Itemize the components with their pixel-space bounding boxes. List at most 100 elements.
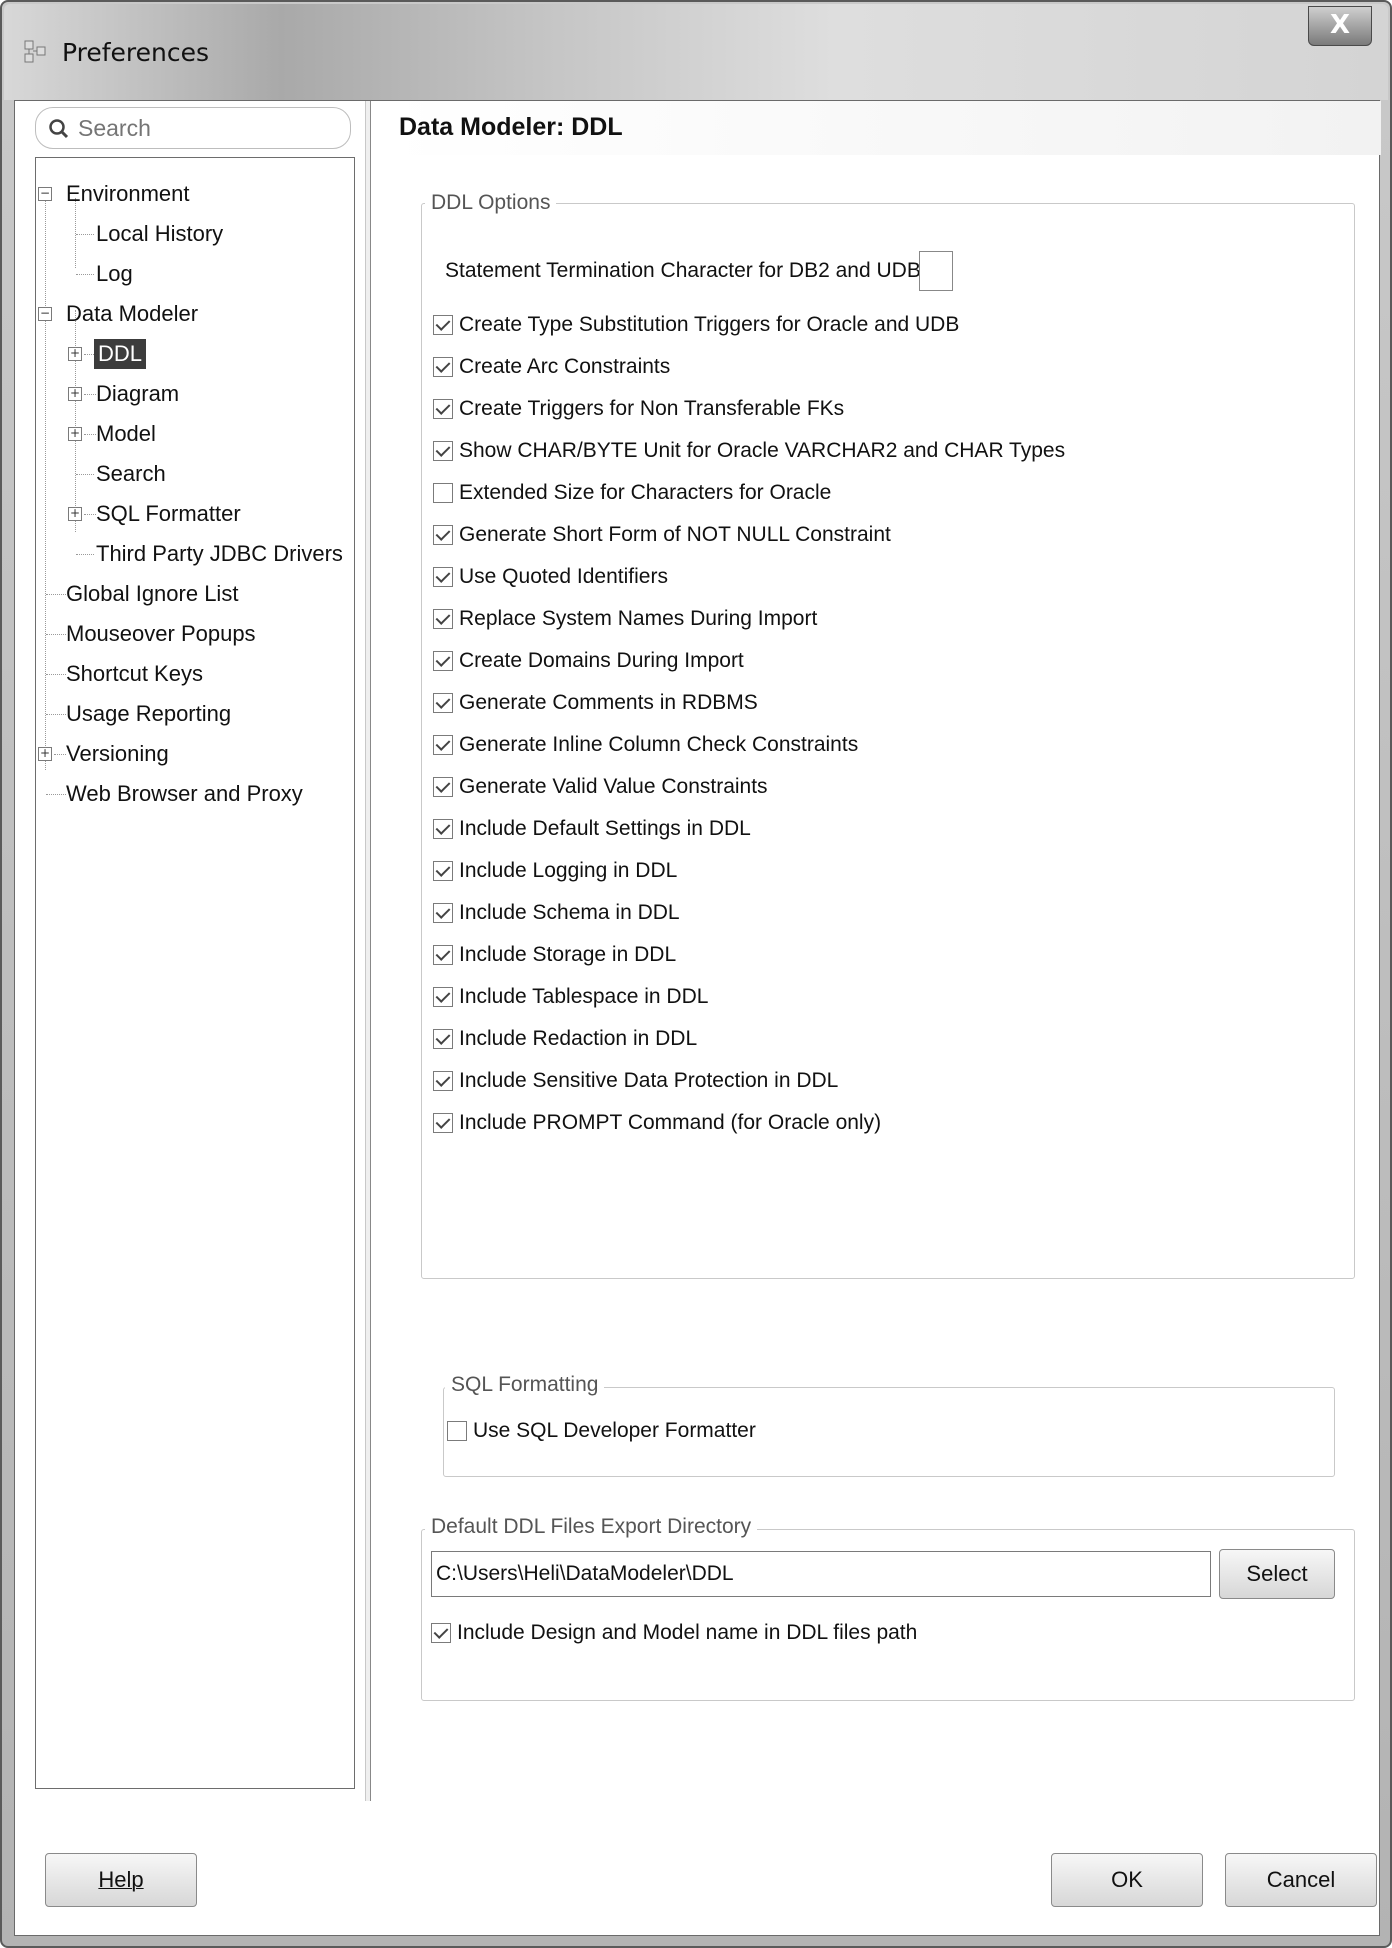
ddl-option-checkbox[interactable]: Include Tablespace in DDL [433,983,708,1011]
ddl-option-checkbox[interactable]: Include Schema in DDL [433,899,680,927]
cancel-button[interactable]: Cancel [1225,1853,1377,1907]
title-bar[interactable]: Preferences X [4,4,1388,100]
checkbox-label: Generate Short Form of NOT NULL Constrai… [459,523,891,546]
ddl-option-checkbox[interactable]: Include Sensitive Data Protection in DDL [433,1067,838,1095]
tree-item-log[interactable]: Log [96,259,133,289]
ddl-option-checkbox[interactable]: Create Type Substitution Triggers for Or… [433,311,959,339]
checkbox-label: Generate Valid Value Constraints [459,775,768,798]
checkbox-box[interactable] [433,1071,453,1091]
export-directory-input[interactable] [431,1551,1211,1597]
ddl-option-checkbox[interactable]: Create Triggers for Non Transferable FKs [433,395,844,423]
checkbox-box[interactable] [433,861,453,881]
checkbox-label: Generate Comments in RDBMS [459,691,758,714]
checkbox-box[interactable] [433,609,453,629]
checkbox-box[interactable] [433,483,453,503]
tree-item-diagram[interactable]: Diagram [96,379,179,409]
ddl-option-checkbox[interactable]: Show CHAR/BYTE Unit for Oracle VARCHAR2 … [433,437,1065,465]
ddl-option-checkbox[interactable]: Replace System Names During Import [433,605,817,633]
checkbox-label: Include Tablespace in DDL [459,985,709,1008]
tree-item-shortcut-keys[interactable]: Shortcut Keys [66,659,203,689]
ddl-option-checkbox[interactable]: Generate Comments in RDBMS [433,689,758,717]
use-sql-developer-formatter-checkbox[interactable]: Use SQL Developer Formatter [447,1417,756,1445]
panel-splitter[interactable] [365,101,371,1801]
tree-item-sql-formatter[interactable]: SQL Formatter [96,499,241,529]
preferences-tree: − Environment Local History Log − Data M… [35,157,355,1789]
expander-sql-formatter[interactable]: + [68,507,82,521]
expander-ddl[interactable]: + [68,347,82,361]
tree-item-versioning[interactable]: Versioning [66,739,169,769]
tree-item-data-modeler[interactable]: Data Modeler [66,299,198,329]
select-directory-button[interactable]: Select [1219,1549,1335,1599]
checkbox-box[interactable] [433,903,453,923]
ddl-option-checkbox[interactable]: Generate Short Form of NOT NULL Constrai… [433,521,891,549]
ddl-option-checkbox[interactable]: Include Default Settings in DDL [433,815,751,843]
ddl-option-checkbox[interactable]: Create Domains During Import [433,647,744,675]
expander-model[interactable]: + [68,427,82,441]
ddl-option-checkbox[interactable]: Generate Valid Value Constraints [433,773,768,801]
checkbox-box[interactable] [433,399,453,419]
checkbox-box[interactable] [433,735,453,755]
checkbox-label: Include Schema in DDL [459,901,680,924]
expander-diagram[interactable]: + [68,387,82,401]
close-icon: X [1329,10,1351,40]
tree-item-local-history[interactable]: Local History [96,219,223,249]
export-directory-legend: Default DDL Files Export Directory [425,1515,758,1539]
checkbox-box[interactable] [433,567,453,587]
ddl-option-checkbox[interactable]: Extended Size for Characters for Oracle [433,479,831,507]
preferences-window: Preferences X Search − Environment Local… [0,0,1392,1948]
expander-environment[interactable]: − [38,187,52,201]
ddl-option-checkbox[interactable]: Include Redaction in DDL [433,1025,697,1053]
tree-item-web-browser-proxy[interactable]: Web Browser and Proxy [66,779,303,809]
checkbox-label: Create Triggers for Non Transferable FKs [459,397,845,420]
checkbox-box[interactable] [433,693,453,713]
checkbox-label: Include Design and Model name in DDL fil… [457,1621,918,1644]
termination-char-label: Statement Termination Character for DB2 … [445,259,927,282]
checkbox-box[interactable] [433,1113,453,1133]
include-design-model-name-checkbox[interactable]: Include Design and Model name in DDL fil… [431,1619,917,1647]
checkbox-label: Include Default Settings in DDL [459,817,751,840]
tree-item-environment[interactable]: Environment [66,179,190,209]
checkbox-box[interactable] [433,651,453,671]
checkbox-label: Generate Inline Column Check Constraints [459,733,859,756]
tree-item-mouseover-popups[interactable]: Mouseover Popups [66,619,256,649]
checkbox-box[interactable] [433,441,453,461]
checkbox-box[interactable] [433,525,453,545]
close-button[interactable]: X [1308,6,1372,46]
help-button[interactable]: Help [45,1853,197,1907]
ddl-option-checkbox[interactable]: Create Arc Constraints [433,353,670,381]
checkbox-box[interactable] [433,987,453,1007]
ddl-option-checkbox[interactable]: Include PROMPT Command (for Oracle only) [433,1109,881,1137]
checkbox-label: Create Domains During Import [459,649,744,672]
tree-item-third-party-jdbc[interactable]: Third Party JDBC Drivers [96,539,343,569]
help-label: Help [98,1867,144,1892]
checkbox-label: Include Sensitive Data Protection in DDL [459,1069,839,1092]
checkbox-box[interactable] [433,777,453,797]
checkbox-box[interactable] [447,1421,467,1441]
ok-button[interactable]: OK [1051,1853,1203,1907]
checkbox-label: Include PROMPT Command (for Oracle only) [459,1111,882,1134]
checkbox-box[interactable] [431,1623,451,1643]
checkbox-box[interactable] [433,357,453,377]
expander-versioning[interactable]: + [38,747,52,761]
search-box[interactable] [35,107,351,149]
search-input[interactable] [78,113,338,143]
checkbox-label: Replace System Names During Import [459,607,818,630]
checkbox-label: Use SQL Developer Formatter [473,1419,756,1442]
tree-item-model[interactable]: Model [96,419,156,449]
checkbox-box[interactable] [433,945,453,965]
tree-item-usage-reporting[interactable]: Usage Reporting [66,699,231,729]
termination-char-input[interactable] [919,251,953,291]
tree-item-search[interactable]: Search [96,459,166,489]
ddl-option-checkbox[interactable]: Use Quoted Identifiers [433,563,668,591]
ddl-option-checkbox[interactable]: Generate Inline Column Check Constraints [433,731,858,759]
tree-item-global-ignore-list[interactable]: Global Ignore List [66,579,238,609]
ddl-option-checkbox[interactable]: Include Storage in DDL [433,941,676,969]
checkbox-label: Create Type Substitution Triggers for Or… [459,313,960,336]
checkbox-box[interactable] [433,1029,453,1049]
checkbox-box[interactable] [433,315,453,335]
checkbox-box[interactable] [433,819,453,839]
tree-item-ddl[interactable]: DDL [94,339,147,369]
search-icon [49,119,69,139]
ddl-option-checkbox[interactable]: Include Logging in DDL [433,857,677,885]
expander-data-modeler[interactable]: − [38,307,52,321]
